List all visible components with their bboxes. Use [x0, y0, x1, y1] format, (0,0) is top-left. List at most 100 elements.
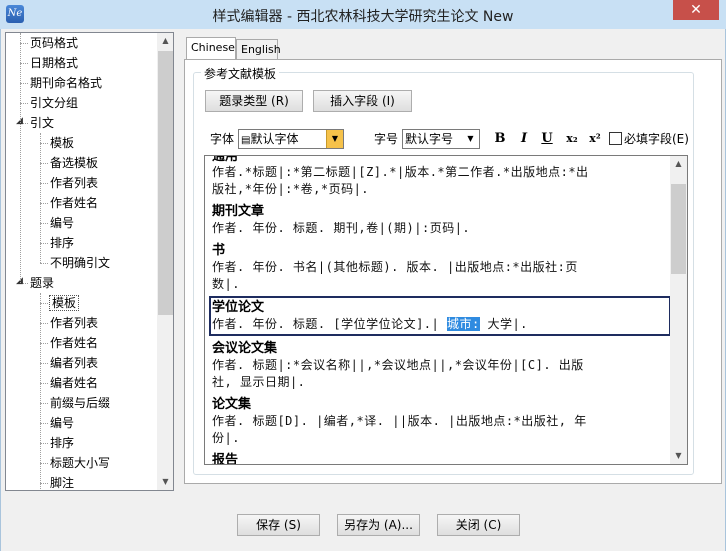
tree-connector [40, 203, 48, 204]
superscript-button[interactable]: x² [586, 130, 604, 148]
tree-item-label: 作者姓名 [50, 196, 99, 210]
chevron-down-icon[interactable]: ▼ [326, 130, 343, 148]
tree-item-label: 排序 [50, 436, 75, 450]
close-window-button[interactable]: ✕ [673, 0, 719, 20]
tree-item[interactable]: 前缀与后缀 [50, 393, 110, 413]
bold-button[interactable]: B [493, 130, 507, 148]
tree-connector [20, 103, 28, 104]
tree-connector [40, 243, 48, 244]
expander-icon[interactable]: ◢ [16, 116, 26, 126]
tree-connector [20, 43, 28, 44]
tree-item[interactable]: 编者姓名 [50, 373, 98, 393]
tree-connector [40, 343, 48, 344]
close-button[interactable]: 关闭 (C) [437, 514, 520, 536]
scroll-thumb[interactable] [671, 184, 686, 274]
groupbox-label: 参考文献模板 [201, 65, 280, 82]
tree-item[interactable]: 题录 [30, 273, 54, 293]
insert-field-button[interactable]: 插入字段 (I) [313, 90, 412, 112]
tree-connector [40, 443, 48, 444]
required-field-checkbox[interactable] [609, 132, 622, 145]
tree-item[interactable]: 作者姓名 [50, 193, 98, 213]
tree-item[interactable]: 模板 [50, 133, 74, 153]
tree-item[interactable]: 编者列表 [50, 353, 98, 373]
reference-type-button[interactable]: 题录类型 (R) [205, 90, 303, 112]
tree-item-label: 题录 [30, 276, 55, 290]
subscript-button[interactable]: x₂ [563, 130, 581, 148]
font-label: 字体 [210, 132, 235, 146]
template-entry[interactable]: 报告 [212, 452, 668, 465]
tab-chinese[interactable]: Chinese [186, 37, 236, 61]
tree-item[interactable]: 引文 [30, 113, 54, 133]
font-value: 默认字体 [250, 132, 299, 146]
tree-item[interactable]: 排序 [50, 433, 74, 453]
entry-heading: 会议论文集 [212, 341, 278, 356]
entry-heading: 学位论文 [212, 300, 265, 315]
tree-item[interactable]: 排序 [50, 233, 74, 253]
tab-english[interactable]: English [236, 39, 281, 60]
tree-item[interactable]: 作者姓名 [50, 333, 98, 353]
tree-item[interactable]: 不明确引文 [50, 253, 110, 273]
editor-scrollbar[interactable]: ▲ ▼ [670, 156, 687, 464]
tree-guide [40, 293, 41, 490]
tree-item-label: 作者列表 [50, 316, 99, 330]
tree-item[interactable]: 引文分组 [30, 93, 78, 113]
scroll-up-icon[interactable]: ▲ [670, 156, 687, 172]
underline-button[interactable]: U [540, 130, 554, 148]
italic-button[interactable]: I [517, 130, 531, 148]
tree-connector [40, 423, 48, 424]
tree-item[interactable]: 模板 [48, 293, 80, 313]
tree-connector [40, 483, 48, 484]
tree-item-label: 不明确引文 [50, 256, 111, 270]
tree-connector [40, 183, 48, 184]
tree-item[interactable]: 备选模板 [50, 153, 98, 173]
entry-template-line: 作者.*标题|:*第二标题|[Z].*|版本.*第二作者.*出版地点:*出 [212, 165, 589, 179]
tree-item[interactable]: 编号 [50, 213, 74, 233]
tree-item-label: 引文 [30, 116, 55, 130]
size-value: 默认字号 [405, 132, 454, 146]
entry-template-line: 作者. 标题|:*会议名称||,*会议地点||,*会议年份|[C]. 出版 [212, 358, 584, 372]
tree-item-label: 编号 [50, 216, 75, 230]
tree-item-label: 脚注 [50, 476, 75, 490]
template-entry[interactable]: 书作者. 年份. 书名|(其他标题). 版本. |出版地点:*出版社:页 数|. [212, 242, 668, 293]
size-select[interactable]: 默认字号 ▼ [402, 129, 480, 149]
entry-heading: 报告 [212, 453, 239, 465]
tree-item[interactable]: 作者列表 [50, 313, 98, 333]
tree-connector [40, 303, 48, 304]
scroll-thumb[interactable] [158, 51, 173, 315]
tree-scrollbar[interactable]: ▲ ▼ [157, 33, 173, 490]
template-entry[interactable]: 作者.*标题|:*第二标题|[Z].*|版本.*第二作者.*出版地点:*出 版社,… [212, 164, 668, 198]
scroll-down-icon[interactable]: ▼ [670, 448, 687, 464]
tree-connector [40, 403, 48, 404]
tree-connector [20, 83, 28, 84]
tree-item-label: 作者列表 [50, 176, 99, 190]
tree-item[interactable]: 日期格式 [30, 53, 78, 73]
scroll-up-icon[interactable]: ▲ [157, 33, 173, 49]
save-button[interactable]: 保存 (S) [237, 514, 320, 536]
tree-connector [40, 323, 48, 324]
tree-item-label: 模板 [48, 295, 80, 311]
expander-icon[interactable]: ◢ [16, 276, 26, 286]
tree-connector [40, 143, 48, 144]
entry-template-line: 数|. [212, 277, 240, 291]
tree-item[interactable]: 标题大小写 [50, 453, 110, 473]
tree-item-label: 作者姓名 [50, 336, 99, 350]
template-editor[interactable]: 通用 作者.*标题|:*第二标题|[Z].*|版本.*第二作者.*出版地点:*出版… [204, 155, 688, 465]
tree-item[interactable]: 脚注 [50, 473, 75, 490]
tree-item[interactable]: 编号 [50, 413, 74, 433]
tree-item-label: 标题大小写 [50, 456, 111, 470]
entry-template-line: 版社,*年份|:*卷,*页码|. [212, 182, 370, 196]
tree-item[interactable]: 作者列表 [50, 173, 98, 193]
tree-connector [40, 163, 48, 164]
chevron-down-icon[interactable]: ▼ [462, 130, 479, 148]
scroll-down-icon[interactable]: ▼ [157, 474, 173, 490]
tree-item[interactable]: 期刊命名格式 [30, 73, 102, 93]
title-bar: Ne 样式编辑器 - 西北农林科技大学研究生论文 New ✕ [0, 0, 726, 29]
tree-item-label: 期刊命名格式 [30, 76, 103, 90]
save-as-button[interactable]: 另存为 (A)... [337, 514, 420, 536]
selected-template-entry[interactable]: 学位论文 作者. 年份. 标题. [学位学位论文].| 城市: 大学|. [209, 296, 671, 336]
template-entry[interactable]: 期刊文章 作者. 年份. 标题. 期刊,卷|(期)|:页码|. [212, 203, 668, 237]
tree-item[interactable]: 页码格式 [30, 33, 78, 53]
font-select[interactable]: ▤默认字体 ▼ [238, 129, 344, 149]
template-entry[interactable]: 论文集 作者. 标题[D]. |编者,*译. ||版本. |出版地点:*出版社, … [212, 396, 668, 447]
template-entry[interactable]: 会议论文集作者. 标题|:*会议名称||,*会议地点||,*会议年份|[C]. … [212, 340, 668, 391]
